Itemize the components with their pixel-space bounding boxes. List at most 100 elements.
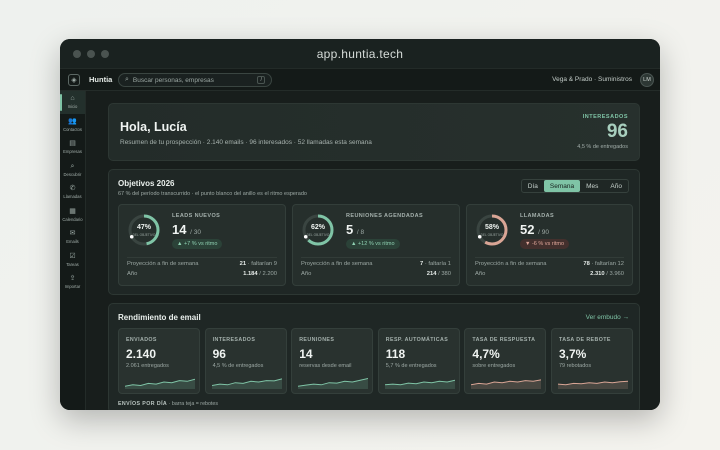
company-switcher[interactable]: Vega & Prado · Suministros xyxy=(552,76,632,83)
email-performance-title: Rendimiento de email xyxy=(118,313,201,322)
upload-icon: ⇪ xyxy=(69,275,76,283)
divider xyxy=(301,257,451,258)
projection-rest: · faltarían 9 xyxy=(247,261,277,267)
search-input[interactable]: ⌕ Buscar personas, empresas / xyxy=(118,73,272,87)
year-row: Año 1.184 / 2.200 xyxy=(127,271,277,277)
year-target: / 3.960 xyxy=(606,271,624,277)
metric-subtitle: 79 rebotados xyxy=(559,363,592,369)
goal-target: / 30 xyxy=(190,229,201,236)
period-tab-día[interactable]: Día xyxy=(522,180,544,192)
objectives-title: Objetivos 2026 xyxy=(118,179,175,188)
projection-number: 7 xyxy=(420,261,424,267)
metric-card[interactable]: RESP. AUTOMÁTICAS 118 5,7 % de entregados xyxy=(377,328,460,394)
metric-subtitle: 2.061 entregados xyxy=(126,363,169,369)
projection-row: Proyección a fin de semana 7 · faltaría 1 xyxy=(301,261,451,267)
year-row: Año 2.310 / 3.960 xyxy=(475,271,624,277)
metric-value: 2.140 xyxy=(126,347,157,361)
checkbox-icon: ☑ xyxy=(69,252,76,260)
sidebar-item-tareas[interactable]: ☑ Tareas xyxy=(60,249,85,272)
metric-subtitle: reservas desde email xyxy=(299,363,352,369)
sidebar-item-label: Descubrir xyxy=(63,171,82,177)
metric-value: 96 xyxy=(212,347,226,361)
metric-label: RESP. AUTOMÁTICAS xyxy=(385,337,449,343)
metric-card[interactable]: TASA DE REBOTE 3,7% 79 rebotados xyxy=(551,328,633,394)
year-label: Año xyxy=(127,271,138,277)
brand-name: Huntia xyxy=(89,75,113,84)
sidebar-item-descubrir[interactable]: ⌕ Descubrir xyxy=(60,159,85,182)
phone-icon: ✆ xyxy=(69,185,76,193)
interested-value: 96 xyxy=(606,121,628,142)
building-icon: ▤ xyxy=(69,140,76,148)
interested-note: 4,5 % de entregados xyxy=(577,144,628,150)
goal-target: / 90 xyxy=(538,229,549,236)
trend-badge: ▲ +7 % vs ritmo xyxy=(172,239,223,249)
period-tab-año[interactable]: Año xyxy=(604,180,628,192)
goal-card: 62% DEL OBJETIVO REUNIONES AGENDADAS 5 / 8 ▲… xyxy=(292,204,460,286)
metric-card[interactable]: TASA DE RESPUESTA 4,7% sobre entregados xyxy=(464,328,547,394)
projection-label: Proyección a fin de semana xyxy=(127,261,199,267)
projection-value: 78 · faltarían 12 xyxy=(583,261,624,267)
metric-card[interactable]: ENVIADOS 2.140 2.061 entregados xyxy=(118,328,200,394)
metric-value: 4,7% xyxy=(472,347,500,361)
year-label: Año xyxy=(475,271,486,277)
year-label: Año xyxy=(301,271,312,277)
projection-number: 78 xyxy=(583,261,590,267)
search-icon: ⌕ xyxy=(70,162,75,170)
trend-badge: ▼ -6 % vs ritmo xyxy=(520,239,570,249)
metric-label: REUNIONES xyxy=(299,337,335,343)
email-performance-card: Rendimiento de email Ver embudo → ENVÍOS… xyxy=(108,303,640,410)
metric-subtitle: sobre entregados xyxy=(472,363,516,369)
metric-label: TASA DE REBOTE xyxy=(559,337,611,343)
calendar-icon: ▦ xyxy=(69,207,76,215)
metric-label: ENVIADOS xyxy=(126,337,157,343)
sidebar-item-label: Empresas xyxy=(63,149,82,155)
search-shortcut-key: / xyxy=(257,76,265,84)
sidebar-item-calendario[interactable]: ▦ Calendario xyxy=(60,204,85,227)
view-funnel-link[interactable]: Ver embudo → xyxy=(586,314,629,321)
year-number: 2.310 xyxy=(590,271,605,277)
sidebar-item-label: Importar xyxy=(64,284,81,290)
goal-current: 14 xyxy=(172,222,187,237)
page-title: Hola, Lucía xyxy=(120,120,187,134)
sparkline xyxy=(211,378,282,389)
app-header: ◈ Huntia ⌕ Buscar personas, empresas / V… xyxy=(60,69,660,91)
search-placeholder: Buscar personas, empresas xyxy=(132,76,214,84)
avatar[interactable]: LM xyxy=(640,73,654,87)
projection-label: Proyección a fin de semana xyxy=(475,261,547,267)
goal-label: LEADS NUEVOS xyxy=(172,213,221,219)
sidebar-item-contactos[interactable]: 👥 Contactos xyxy=(60,114,85,137)
goal-label: REUNIONES AGENDADAS xyxy=(346,213,424,219)
projection-rest: · faltaría 1 xyxy=(424,261,451,267)
metric-card[interactable]: INTERESADOS 96 4,5 % de entregados xyxy=(204,328,287,394)
address-url[interactable]: app.huntia.tech xyxy=(60,47,660,61)
search-icon: ⌕ xyxy=(125,76,129,83)
period-tab-semana[interactable]: Semana xyxy=(543,180,581,192)
logo-icon[interactable]: ◈ xyxy=(68,73,80,86)
metric-card[interactable]: REUNIONES 14 reservas desde email xyxy=(291,328,374,394)
goal-current: 5 xyxy=(346,222,354,237)
sidebar-item-label: Emails xyxy=(66,239,79,245)
goal-current: 52 xyxy=(520,222,535,237)
sparkline xyxy=(298,378,369,389)
goal-label: LLAMADAS xyxy=(520,213,555,219)
sidebar-item-emails[interactable]: ✉ Emails xyxy=(60,226,85,249)
sparkline-area xyxy=(298,378,369,389)
goal-percent-caption: DEL OBJETIVO xyxy=(480,233,504,237)
sidebar-item-importar[interactable]: ⇪ Importar xyxy=(60,271,85,294)
year-target: / 380 xyxy=(438,271,451,277)
projection-value: 21 · faltarían 9 xyxy=(240,261,277,267)
divider xyxy=(127,257,277,258)
objectives-subtitle: 67 % del período transcurrido · el punto… xyxy=(118,191,307,197)
projection-number: 21 xyxy=(239,261,247,267)
browser-window: app.huntia.tech ◈ Huntia ⌕ Buscar person… xyxy=(60,39,660,410)
year-value: 2.310 / 3.960 xyxy=(590,271,624,277)
year-value: 1.184 / 2.200 xyxy=(243,271,277,277)
divider xyxy=(475,257,624,258)
sidebar-item-empresas[interactable]: ▤ Empresas xyxy=(60,136,85,159)
main-content: Hola, Lucía Resumen de tu prospección · … xyxy=(86,91,660,410)
goal-card: 47% DEL OBJETIVO LEADS NUEVOS 14 / 30 ▲ +7 %… xyxy=(118,204,286,286)
period-tab-mes[interactable]: Mes xyxy=(580,180,604,192)
sidebar-item-inicio[interactable]: ⌂ Inicio xyxy=(60,91,85,114)
sidebar-item-llamadas[interactable]: ✆ Llamadas xyxy=(60,181,85,204)
metric-subtitle: 5,7 % de entregados xyxy=(385,363,437,369)
